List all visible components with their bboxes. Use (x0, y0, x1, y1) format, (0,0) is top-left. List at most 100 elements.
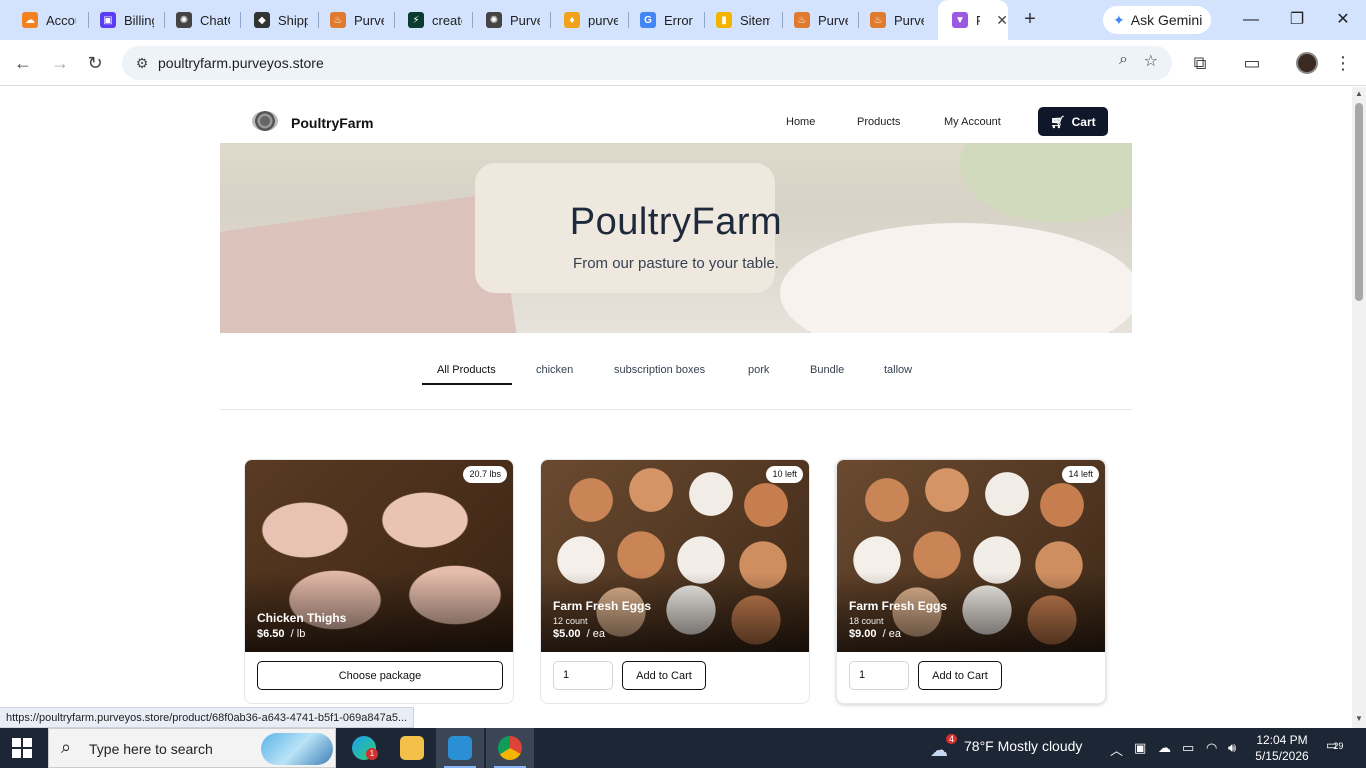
minimize-icon[interactable]: — (1228, 6, 1274, 34)
site-settings-icon[interactable]: ⚙ (130, 51, 154, 75)
product-image[interactable]: 10 left Farm Fresh Eggs 12 count $5.00 /… (541, 460, 809, 652)
tab-chicken[interactable]: chicken (536, 364, 573, 376)
firebase-icon: ♦ (564, 12, 580, 28)
browser-tab[interactable]: ✺ ChatG (162, 6, 240, 34)
nav-home[interactable]: Home (786, 116, 815, 128)
product-name: Farm Fresh Eggs (553, 599, 652, 613)
quantity-input[interactable]: 1 (553, 661, 613, 690)
zoom-icon[interactable]: ⌕ (1119, 51, 1128, 69)
taskbar-app-edge[interactable]: 1 (340, 728, 388, 768)
cart-button[interactable]: 🛒︎ Cart (1038, 107, 1108, 136)
browser-tab[interactable]: ▮ Sitem (702, 6, 782, 34)
meet-now-icon[interactable]: ▣ (1134, 740, 1146, 756)
page-viewport: PoultryFarm Home Products My Account 🛒︎ … (0, 87, 1352, 728)
chatgpt-icon: ✺ (176, 12, 192, 28)
hero-subtitle: From our pasture to your table. (573, 255, 779, 272)
divider (220, 409, 1132, 410)
browser-tab[interactable]: ⚡ create (394, 6, 472, 34)
nav-my-account[interactable]: My Account (944, 116, 1001, 128)
reload-icon[interactable]: ↻ (83, 51, 107, 75)
browser-tab[interactable]: ♨ Purve (856, 6, 934, 34)
chatgpt-icon: ✺ (486, 12, 502, 28)
weather-text[interactable]: 78°F Mostly cloudy (964, 738, 1082, 754)
restore-icon[interactable]: ❐ (1274, 6, 1320, 34)
browser-tab-active[interactable]: ▼ P ✕ (938, 0, 1008, 40)
scroll-down-icon[interactable]: ▼ (1355, 714, 1363, 723)
add-to-cart-button[interactable]: Add to Cart (918, 661, 1002, 690)
taskbar-app-chrome[interactable] (486, 728, 534, 768)
product-image[interactable]: 20.7 lbs Chicken Thighs $6.50 / lb (245, 460, 513, 652)
browser-tab[interactable]: ▣ Billing (86, 6, 164, 34)
browser-tab[interactable]: ◆ Shipp (240, 6, 318, 34)
add-to-cart-button[interactable]: Add to Cart (622, 661, 706, 690)
choose-package-button[interactable]: Choose package (257, 661, 503, 690)
product-card[interactable]: 10 left Farm Fresh Eggs 12 count $5.00 /… (540, 459, 810, 704)
scroll-up-icon[interactable]: ▲ (1355, 89, 1363, 98)
taskbar-app-explorer[interactable] (388, 728, 436, 768)
onedrive-icon[interactable]: ☁ (1158, 740, 1171, 756)
browser-toolbar: ← → ↻ ⚙ poultryfarm.purveyos.store ⌕ ☆ ⧉… (0, 40, 1366, 86)
analytics-icon: ▮ (716, 12, 732, 28)
browser-tab[interactable]: ✺ Purve (472, 6, 550, 34)
url-text[interactable]: poultryfarm.purveyos.store (158, 55, 324, 71)
wifi-icon[interactable]: ◠ (1206, 740, 1217, 756)
bookmark-star-icon[interactable]: ☆ (1144, 51, 1158, 71)
browser-tab[interactable]: ♦ purve (550, 6, 628, 34)
search-placeholder: Type here to search (89, 741, 213, 757)
product-price: $9.00 / ea (849, 628, 902, 640)
system-clock[interactable]: 12:04 PM 5/15/2026 (1250, 732, 1314, 764)
back-icon[interactable]: ← (11, 51, 35, 75)
ask-gemini-button[interactable]: ✦ Ask Gemini (1103, 6, 1211, 34)
volume-icon[interactable]: 🔊︎ (1228, 740, 1236, 756)
taskbar-app-vscode[interactable] (436, 728, 484, 768)
tab-tallow[interactable]: tallow (884, 364, 912, 376)
weather-cloud-icon[interactable]: ☁ 4 (930, 734, 958, 760)
browser-tab[interactable]: ♨ Purve (780, 6, 858, 34)
vscode-icon (448, 736, 472, 760)
folder-icon (400, 736, 424, 760)
tab-pork[interactable]: pork (748, 364, 769, 376)
quantity-input[interactable]: 1 (849, 661, 909, 690)
forward-icon[interactable]: → (48, 51, 72, 75)
nav-products[interactable]: Products (857, 116, 900, 128)
tray-chevron-up-icon[interactable]: ︿ (1110, 740, 1123, 759)
browser-tab[interactable]: ♨ Purve (316, 6, 394, 34)
close-window-icon[interactable]: ✕ (1320, 6, 1366, 34)
tab-subscription-boxes[interactable]: subscription boxes (614, 364, 705, 376)
product-price: $5.00 / ea (553, 628, 606, 640)
brand-name[interactable]: PoultryFarm (291, 115, 373, 131)
product-card[interactable]: 14 left Farm Fresh Eggs 18 count $9.00 /… (836, 459, 1106, 704)
search-highlight-image[interactable] (261, 733, 333, 765)
product-count: 12 count (553, 616, 588, 626)
product-image[interactable]: 14 left Farm Fresh Eggs 18 count $9.00 /… (837, 460, 1105, 652)
lightning-icon: ⚡ (408, 12, 424, 28)
menu-kebab-icon[interactable]: ⋮ (1331, 51, 1355, 75)
shipping-icon: ◆ (254, 12, 270, 28)
scrollbar-thumb[interactable] (1355, 103, 1363, 301)
windows-start-icon[interactable] (12, 738, 32, 758)
browser-tab[interactable]: G Error (626, 6, 704, 34)
notifications-icon[interactable]: ▭29 (1326, 738, 1343, 752)
close-tab-icon[interactable]: ✕ (996, 12, 1008, 29)
tab-bundle[interactable]: Bundle (810, 364, 844, 376)
weather-badge: 4 (946, 734, 958, 744)
extensions-icon[interactable]: ⧉ (1188, 51, 1212, 75)
hero-title: PoultryFarm (569, 201, 783, 243)
link-status-bubble: https://poultryfarm.purveyos.store/produ… (0, 707, 415, 728)
product-name: Farm Fresh Eggs (849, 599, 948, 613)
profile-avatar[interactable] (1296, 52, 1318, 74)
battery-icon[interactable]: ▭ (1182, 740, 1194, 756)
new-tab-button[interactable]: + (1018, 8, 1042, 32)
taskbar-search-box[interactable]: ⌕ Type here to search (48, 728, 336, 768)
browser-tab[interactable]: ☁ Accou (8, 6, 88, 34)
product-card[interactable]: 20.7 lbs Chicken Thighs $6.50 / lb Choos… (244, 459, 514, 704)
brand-logo-icon[interactable] (252, 111, 278, 131)
page-scrollbar[interactable]: ▲ ▼ (1352, 87, 1366, 728)
product-price: $6.50 / lb (257, 628, 306, 640)
purveyos-icon: ♨ (794, 12, 810, 28)
address-bar[interactable]: ⚙ poultryfarm.purveyos.store ⌕ ☆ (122, 46, 1172, 80)
tab-all-products[interactable]: All Products (437, 364, 496, 376)
purveyos-icon: ♨ (330, 12, 346, 28)
product-count: 18 count (849, 616, 884, 626)
tab-search-icon[interactable]: ▭ (1240, 51, 1264, 75)
